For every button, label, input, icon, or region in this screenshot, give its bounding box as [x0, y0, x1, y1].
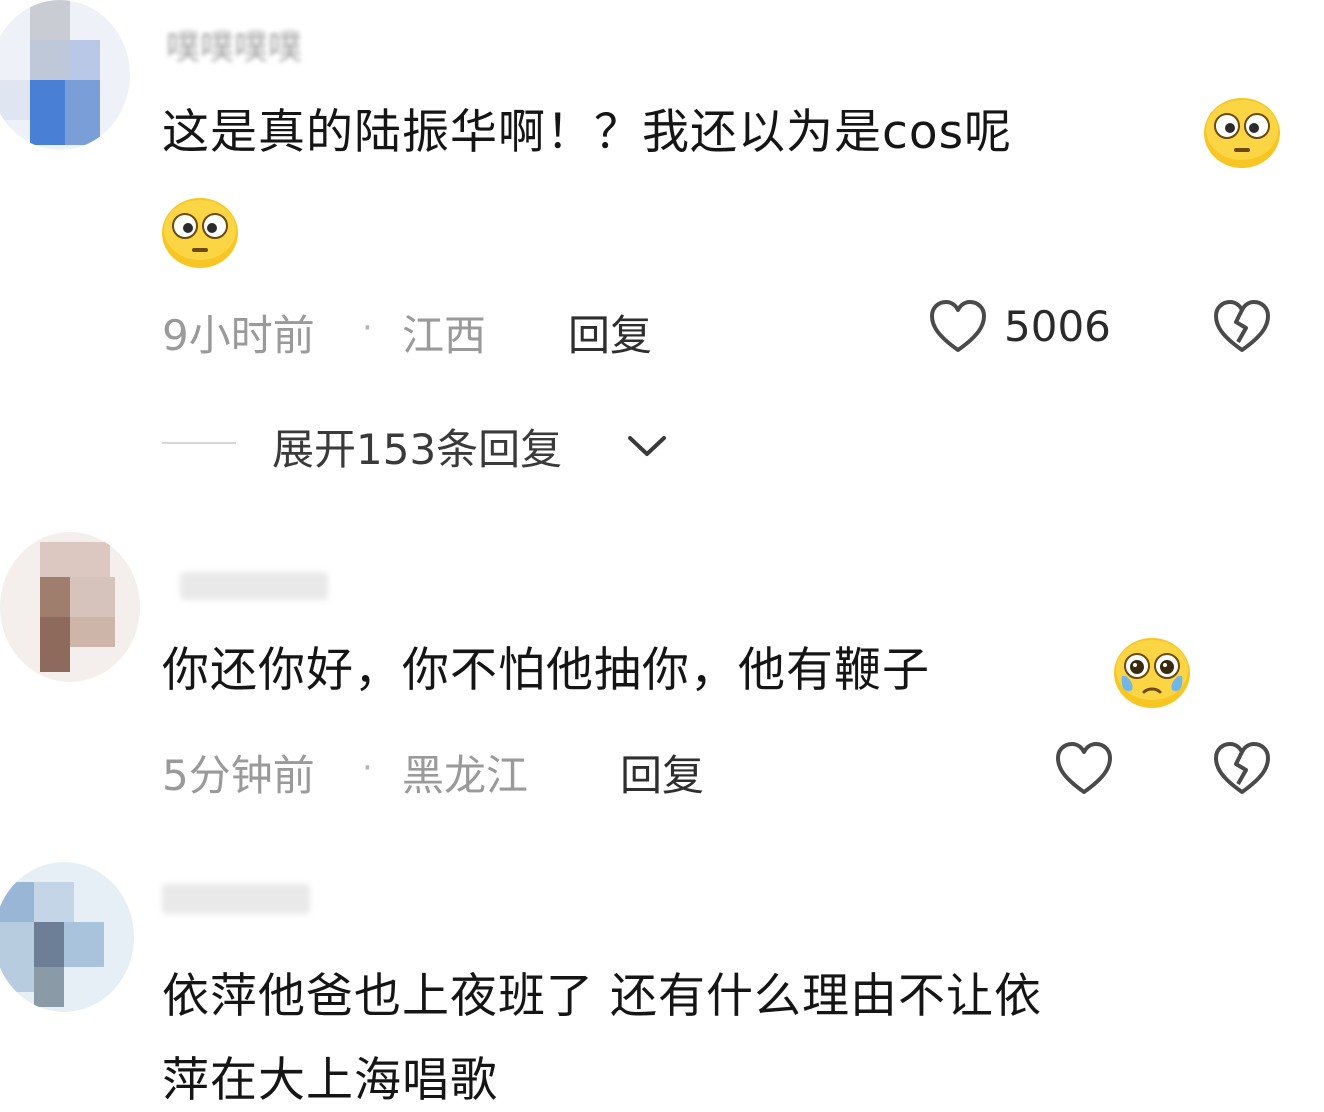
- username[interactable]: [180, 572, 328, 600]
- heart-outline-icon[interactable]: [928, 298, 988, 356]
- comment-text-line2: 萍在大上海唱歌: [162, 1053, 498, 1108]
- like-count: 5006: [1004, 302, 1111, 351]
- comment-text: 依萍他爸也上夜班了 还有什么理由不让依: [162, 969, 1042, 1024]
- reply-button[interactable]: 回复: [568, 302, 652, 363]
- username[interactable]: 噗噗噗噗: [166, 20, 302, 69]
- flushed-face-emoji: [162, 198, 238, 268]
- avatar[interactable]: [0, 862, 134, 1012]
- divider: [162, 442, 236, 444]
- chevron-down-icon[interactable]: [626, 432, 668, 460]
- comment-text: 这是真的陆振华啊！？我还以为是cos呢: [162, 105, 1013, 160]
- meta-separator: ·: [362, 748, 373, 788]
- flushed-face-emoji: [1204, 98, 1280, 168]
- username[interactable]: [162, 884, 310, 914]
- expand-replies-button[interactable]: 展开153条回复: [272, 416, 562, 477]
- avatar[interactable]: [0, 0, 130, 150]
- comment-location: 黑龙江: [402, 751, 529, 800]
- comment-text: 你还你好，你不怕他抽你，他有鞭子: [162, 643, 930, 698]
- heart-outline-icon[interactable]: [1054, 740, 1114, 798]
- comment-time: 5分钟前: [162, 751, 315, 800]
- reply-button[interactable]: 回复: [620, 742, 704, 803]
- broken-heart-icon[interactable]: [1212, 298, 1272, 356]
- avatar[interactable]: [0, 532, 140, 682]
- broken-heart-icon[interactable]: [1212, 740, 1272, 798]
- pleading-face-emoji: [1114, 638, 1190, 708]
- meta-separator: ·: [362, 308, 373, 348]
- comment-time: 9小时前: [162, 311, 315, 360]
- comment-location: 江西: [402, 311, 487, 360]
